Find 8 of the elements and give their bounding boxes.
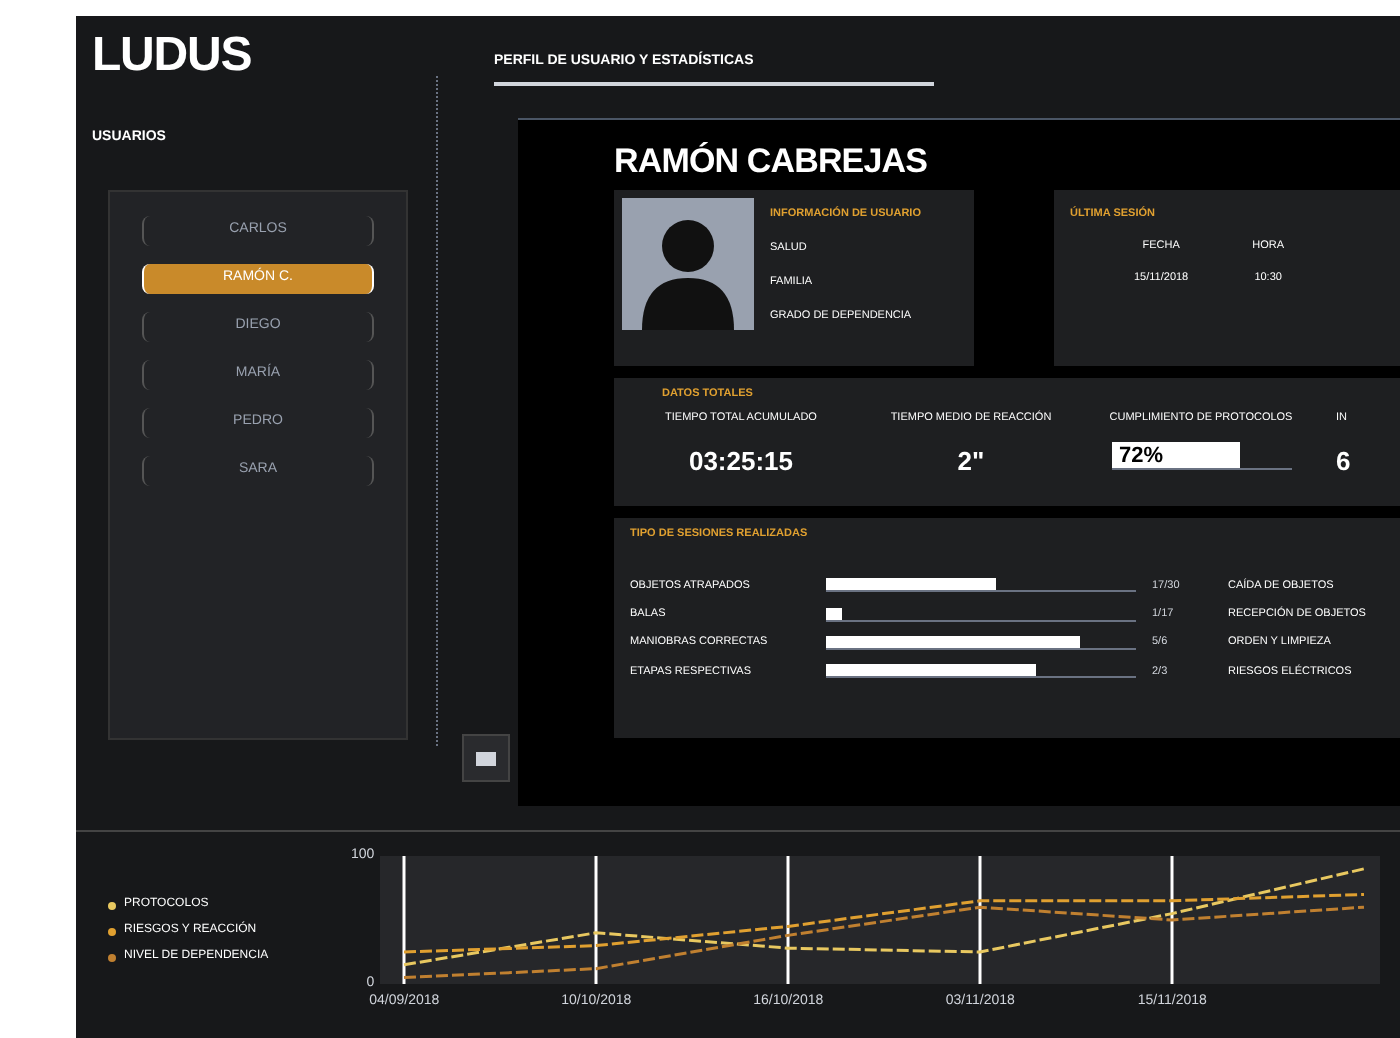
stat-value: 2" xyxy=(957,444,985,480)
avatar-icon xyxy=(622,197,754,329)
user-name: RAMÓN CABREJAS xyxy=(614,143,930,177)
app-logo: LUDUS xyxy=(92,32,254,80)
display-icon[interactable] xyxy=(462,734,510,782)
stat-value: 6 xyxy=(1336,444,1351,480)
stat-value: 03:25:15 xyxy=(688,444,794,480)
meter-fill: 72% xyxy=(1111,442,1241,468)
